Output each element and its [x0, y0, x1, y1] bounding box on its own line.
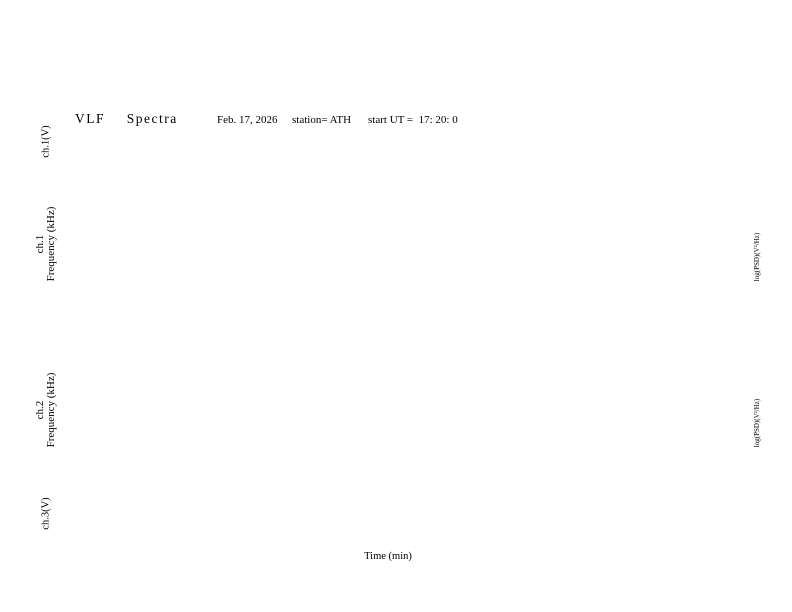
vlf-spectra-figure: VLF Spectra Feb. 17, 2026 station= ATH s…	[0, 0, 792, 612]
tick-labels-layer	[0, 0, 792, 612]
